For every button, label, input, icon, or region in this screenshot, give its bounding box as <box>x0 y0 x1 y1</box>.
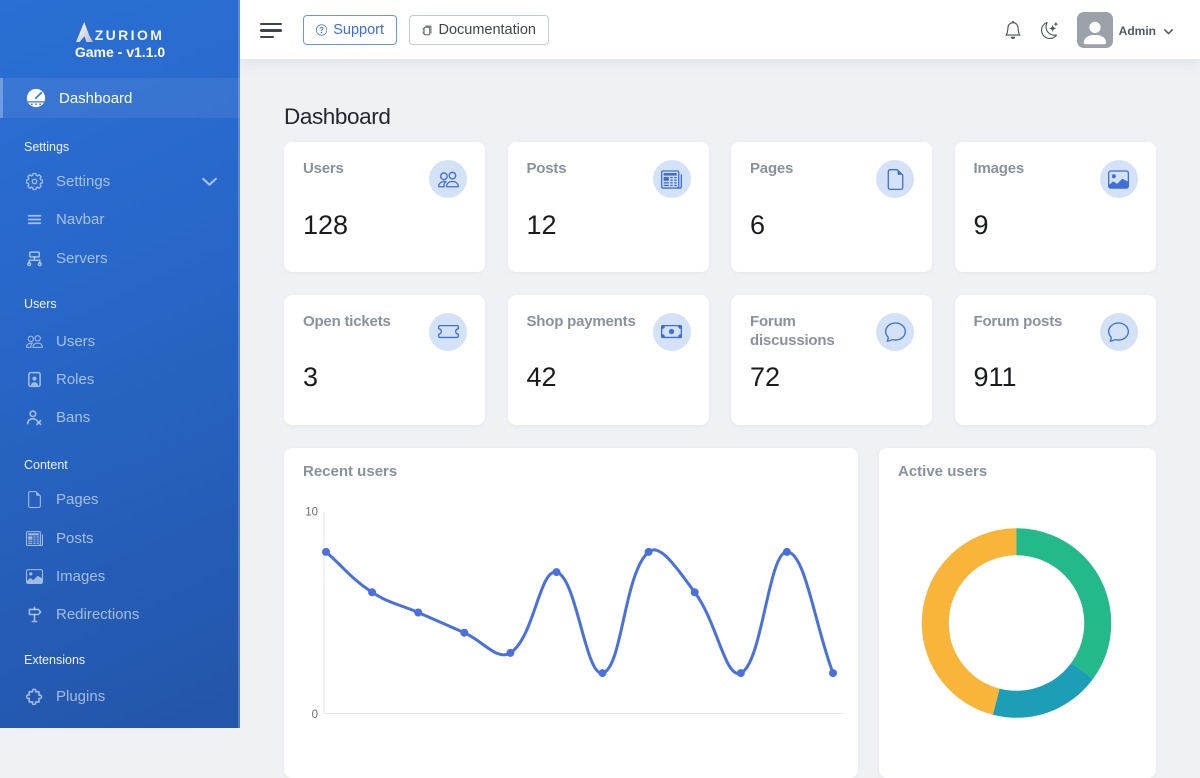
svg-text:10: 10 <box>305 506 318 518</box>
svg-text:0: 0 <box>312 709 318 721</box>
